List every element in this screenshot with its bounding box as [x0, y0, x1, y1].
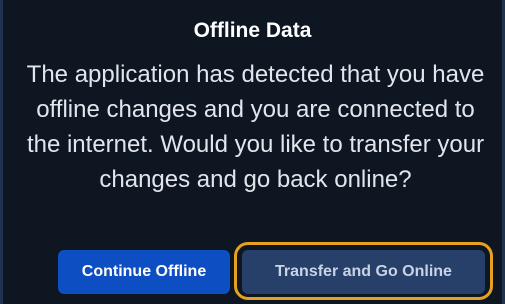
offline-data-dialog: Offline Data The application has detecte… [0, 0, 505, 304]
continue-offline-button[interactable]: Continue Offline [58, 250, 230, 294]
dialog-message: The application has detected that you ha… [26, 61, 485, 193]
dialog-title: Offline Data [193, 19, 312, 42]
transfer-and-go-online-button[interactable]: Transfer and Go Online [242, 250, 485, 294]
